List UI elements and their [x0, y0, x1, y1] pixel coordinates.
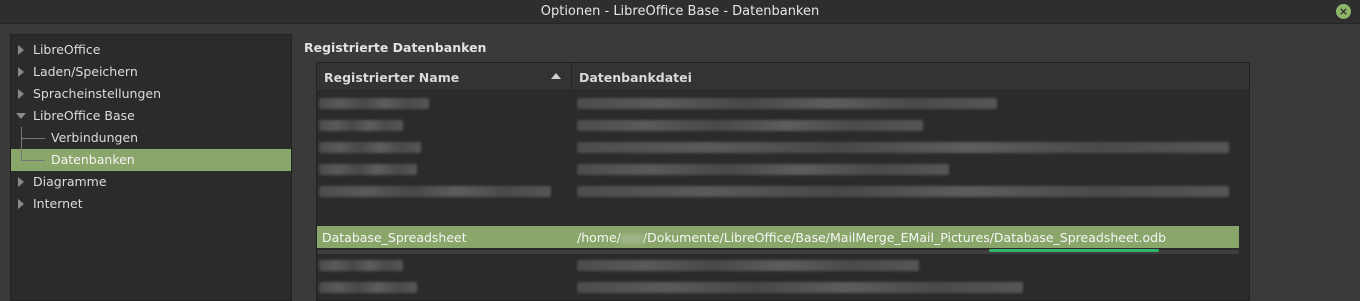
options-tree[interactable]: LibreOffice Laden/Speichern Spracheinste…: [10, 34, 292, 301]
table-row[interactable]: [317, 276, 1239, 298]
redacted-text: [319, 186, 551, 197]
redacted-text: [577, 98, 997, 109]
redacted-text: [577, 260, 919, 271]
column-header-label: Datenbankdatei: [579, 70, 692, 85]
tree-item-label: LibreOffice Base: [33, 108, 135, 123]
tree-item-label: Verbindungen: [51, 130, 139, 145]
tree-connector-line: [21, 127, 22, 160]
title-bar: Optionen - LibreOffice Base - Datenbanke…: [0, 0, 1360, 24]
table-row[interactable]: [317, 254, 1239, 276]
tree-item-libreoffice[interactable]: LibreOffice: [11, 39, 291, 61]
expand-arrow-icon[interactable]: [18, 67, 24, 77]
column-header-name[interactable]: Registrierter Name: [317, 63, 572, 91]
expand-arrow-icon[interactable]: [18, 177, 24, 187]
expand-arrow-icon[interactable]: [18, 89, 24, 99]
tree-item-label: Laden/Speichern: [33, 64, 138, 79]
tree-item-datenbanken[interactable]: Datenbanken: [11, 149, 291, 171]
path-suffix: /Dokumente/LibreOffice/Base/MailMerge_EM…: [642, 230, 1167, 245]
tree-connector-line: [21, 160, 45, 161]
tree-item-diagramme[interactable]: Diagramme: [11, 171, 291, 193]
tree-connector-line: [21, 138, 45, 139]
collapse-arrow-icon[interactable]: [16, 113, 26, 119]
redacted-text: [319, 98, 429, 109]
redacted-text: [577, 120, 923, 131]
highlight-underline: [989, 249, 1159, 252]
redacted-text: [319, 120, 403, 131]
redacted-text: [319, 142, 421, 153]
column-header-label: Registrierter Name: [324, 70, 460, 85]
redacted-text: [319, 164, 417, 175]
tree-item-spracheinstellungen[interactable]: Spracheinstellungen: [11, 83, 291, 105]
tree-item-internet[interactable]: Internet: [11, 193, 291, 215]
table-row[interactable]: [317, 158, 1239, 180]
tree-item-label: Spracheinstellungen: [33, 86, 161, 101]
redacted-text: [577, 142, 1229, 153]
redacted-text: [319, 282, 417, 293]
redacted-text: [577, 164, 949, 175]
list-header: Registrierter Name Datenbankdatei: [317, 63, 1249, 91]
tree-item-label: LibreOffice: [33, 42, 101, 57]
table-row[interactable]: [317, 136, 1239, 158]
tree-item-label: Datenbanken: [51, 152, 135, 167]
database-file-cell: /home/ /Dokumente/LibreOffice/Base/MailMe…: [577, 230, 1166, 245]
path-prefix: /home/: [577, 230, 621, 245]
dialog-content: LibreOffice Laden/Speichern Spracheinste…: [0, 24, 1360, 301]
database-name-cell: Database_Spreadsheet: [322, 230, 467, 245]
tree-item-verbindungen[interactable]: Verbindungen: [11, 127, 291, 149]
registered-databases-list[interactable]: Registrierter Name Datenbankdatei Databa…: [316, 62, 1250, 301]
tree-item-libreoffice-base[interactable]: LibreOffice Base: [11, 105, 291, 127]
expand-arrow-icon[interactable]: [18, 199, 24, 209]
table-row-selected[interactable]: Database_Spreadsheet /home/ /Dokumente/Li…: [317, 226, 1239, 248]
redacted-username: [620, 233, 643, 244]
table-row[interactable]: [317, 114, 1239, 136]
redacted-text: [319, 260, 403, 271]
tree-item-label: Internet: [33, 196, 83, 211]
expand-arrow-icon[interactable]: [18, 45, 24, 55]
sort-ascending-icon: [551, 73, 561, 79]
tree-item-laden-speichern[interactable]: Laden/Speichern: [11, 61, 291, 83]
tree-item-label: Diagramme: [33, 174, 107, 189]
close-icon[interactable]: ⨯: [1336, 4, 1351, 19]
table-row[interactable]: [317, 180, 1239, 202]
section-title: Registrierte Datenbanken: [304, 40, 487, 55]
window-title: Optionen - LibreOffice Base - Datenbanke…: [540, 4, 820, 19]
redacted-text: [577, 186, 1229, 197]
table-row[interactable]: [317, 92, 1239, 114]
redacted-text: [577, 282, 1023, 293]
